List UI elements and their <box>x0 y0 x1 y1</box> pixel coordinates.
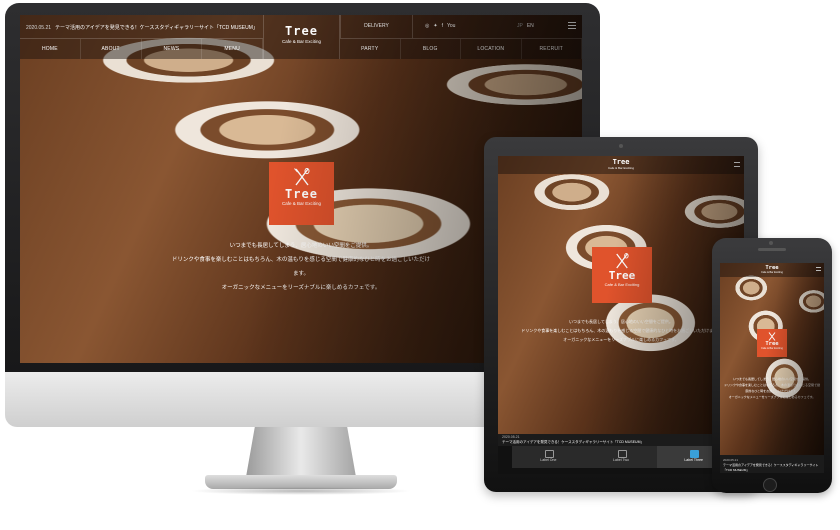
tablet-menu-icon[interactable] <box>734 162 740 167</box>
nav-delivery[interactable]: DELIVERY <box>340 15 413 38</box>
hamburger-menu-icon[interactable] <box>568 22 576 29</box>
phone-hero-copy: いつまでも長居してしまう、居心地のいい空間をご提供。 ドリンクや食事を楽しむこと… <box>724 376 820 400</box>
tablet-news-bar[interactable]: 2020.05.21 テーマ活用のアイデアを発見できる！ケーススタディギャラリー… <box>498 434 744 446</box>
phone-hero: Tree Cafe & Bar Exciting Tree Cafe & Bar… <box>720 263 824 455</box>
desktop-header: 2020.05.21 テーマ活用のアイデアを発見できる！ケーススタディギャラリー… <box>20 15 582 59</box>
desktop-news-ticker[interactable]: 2020.05.21 テーマ活用のアイデアを発見できる！ケーススタディギャラリー… <box>26 24 266 32</box>
tablet-copy-line: オーガニックなメニューをリーズナブルに楽しめるカフェです。 <box>563 337 679 342</box>
language-switcher: JP EN <box>517 23 534 30</box>
phone-badge-name: Tree <box>765 341 779 347</box>
desktop-nav-right: PARTY BLOG LOCATION RECRUIT <box>340 38 582 59</box>
nav-blog[interactable]: BLOG <box>401 39 461 59</box>
tablet-copy-line: いつまでも長居してしまう、居心地のいい空間をご提供。 <box>569 319 673 324</box>
lang-jp[interactable]: JP <box>517 23 523 30</box>
tablet-copy-line: ドリンクや食事を楽しむことはもちろん、木の温もりを感じる空間で健康的なひと時をお… <box>521 328 721 333</box>
logo-tagline: Cafe & Bar Exciting <box>281 39 322 44</box>
tablet-hero: Tree Cafe & Bar Exciting Tree Cafe & Bar… <box>498 156 744 434</box>
phone-badge-tagline: Cafe & Bar Exciting <box>761 347 783 350</box>
device-mockup-stage: 2020.05.21 テーマ活用のアイデアを発見できる！ケーススタディギャラリー… <box>0 0 840 530</box>
facebook-icon[interactable]: f <box>442 23 443 30</box>
phone-copy-line: オーガニックなメニューをリーズナブルに楽しめるカフェです。 <box>728 395 816 399</box>
lang-en[interactable]: EN <box>527 23 534 30</box>
tablet-camera <box>619 144 623 148</box>
phone-logo-badge: Tree Cafe & Bar Exciting <box>757 329 787 357</box>
social-links: ◎ ✦ f You <box>425 23 455 30</box>
nav-about[interactable]: ABOUT <box>81 39 142 59</box>
hero-copy-line: いつまでも長居してしまう、居心地のいい空間をご提供。 <box>229 243 373 249</box>
phone-home-button[interactable] <box>763 478 777 492</box>
tab-label-one[interactable]: Label One <box>512 446 585 468</box>
news-date: 2020.05.21 <box>26 25 52 31</box>
nav-location[interactable]: LOCATION <box>461 39 522 59</box>
nav-recruit[interactable]: RECRUIT <box>522 39 582 59</box>
tablet-news-text[interactable]: テーマ活用のアイデアを発見できる！ケーススタディギャラリーサイト「TCD MUS… <box>502 440 644 444</box>
tablet-logo-badge: Tree Cafe & Bar Exciting <box>592 247 652 303</box>
fork-spoon-icon <box>768 332 776 341</box>
phone-device: Tree Cafe & Bar Exciting Tree Cafe & Bar… <box>712 238 832 493</box>
hero-logo-name: Tree <box>285 187 318 201</box>
desktop-logo[interactable]: Tree Cafe & Bar Exciting <box>263 15 340 59</box>
phone-copy-line: ドリンクや食事を楽しむことはもちろん、木の温もりを感じる空間で健康的なひと時をお… <box>724 383 821 393</box>
phone-news-text[interactable]: テーマ活用のアイデアを発見できる！ケーススタディギャラリーサイト「TCD MUS… <box>723 463 818 472</box>
imac-shadow <box>190 487 412 495</box>
hero-copy-line: ドリンクや食事を楽しむことはもちろん、木の温もりを感じる空間で健康的なひと時をお… <box>171 257 431 277</box>
tab-label-two[interactable]: Label Two <box>585 446 658 468</box>
twitter-icon[interactable]: ✦ <box>433 23 437 30</box>
phone-header: Tree Cafe & Bar Exciting <box>720 263 824 277</box>
tablet-screen: Tree Cafe & Bar Exciting Tree Cafe & Bar… <box>498 156 744 474</box>
phone-camera <box>769 241 773 245</box>
news-text[interactable]: テーマ活用のアイデアを発見できる！ケーススタディギャラリーサイト「TCD MUS… <box>55 24 258 32</box>
nav-party[interactable]: PARTY <box>340 39 401 59</box>
phone-menu-icon[interactable] <box>816 267 821 271</box>
hero-copy: いつまでも長居してしまう、居心地のいい空間をご提供。 ドリンクや食事を楽しむこと… <box>170 239 432 295</box>
tablet-badge-tagline: Cafe & Bar Exciting <box>604 282 640 287</box>
phone-news-bar[interactable]: 2020.05.21 テーマ活用のアイデアを発見できる！ケーススタディギャラリー… <box>720 455 824 473</box>
nav-news[interactable]: NEWS <box>142 39 203 59</box>
phone-copy-line: いつまでも長居してしまう、居心地のいい空間をご提供。 <box>733 377 811 381</box>
tablet-logo-name[interactable]: Tree <box>498 158 744 166</box>
imac-stand-neck <box>246 427 356 477</box>
tablet-header: Tree Cafe & Bar Exciting <box>498 156 744 174</box>
youtube-icon[interactable]: You <box>447 23 455 30</box>
phone-speaker <box>758 248 786 251</box>
phone-logo-tagline: Cafe & Bar Exciting <box>761 271 783 274</box>
hero-logo-badge: Tree Cafe & Bar Exciting <box>269 162 334 225</box>
instagram-icon[interactable]: ◎ <box>425 23 429 30</box>
hero-copy-line: オーガニックなメニューをリーズナブルに楽しめるカフェです。 <box>221 285 381 291</box>
logo-name: Tree <box>285 24 318 38</box>
nav-home[interactable]: HOME <box>20 39 81 59</box>
tablet-badge-name: Tree <box>608 269 636 282</box>
tablet-tab-bar: Label One Label Two Label Three <box>512 446 731 468</box>
nav-menu[interactable]: MENU <box>202 39 263 59</box>
hero-logo-tagline: Cafe & Bar Exciting <box>281 201 322 206</box>
desktop-nav-left: HOME ABOUT NEWS MENU <box>20 38 263 59</box>
tablet-hero-copy: いつまでも長居してしまう、居心地のいい空間をご提供。 ドリンクや食事を楽しむこと… <box>520 317 722 344</box>
fork-spoon-icon <box>616 253 629 269</box>
phone-logo-name[interactable]: Tree <box>720 265 824 271</box>
phone-screen: Tree Cafe & Bar Exciting Tree Cafe & Bar… <box>720 263 824 473</box>
fork-spoon-icon <box>293 168 309 186</box>
tablet-logo-tagline: Cafe & Bar Exciting <box>607 166 634 170</box>
